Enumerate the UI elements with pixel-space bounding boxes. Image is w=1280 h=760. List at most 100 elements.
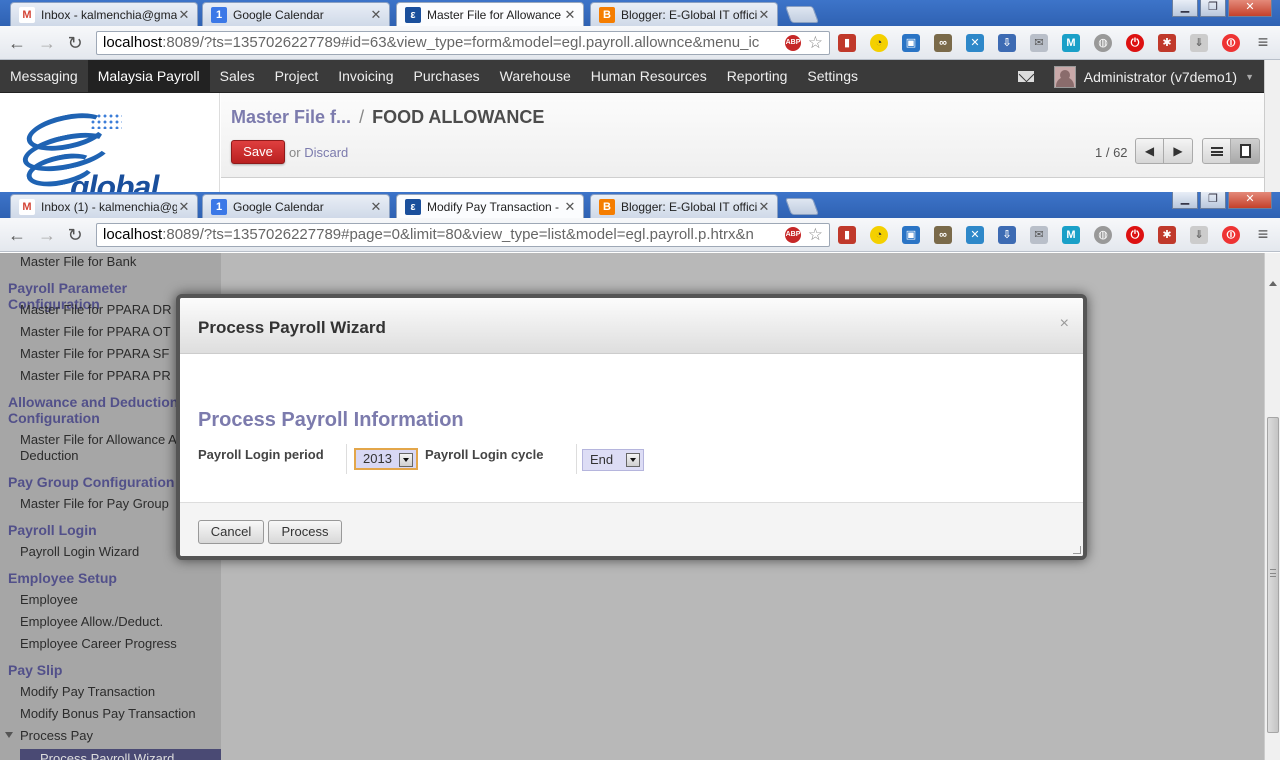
- extension-download-arrow-icon[interactable]: ⇓: [1190, 226, 1208, 244]
- extension-power-icon[interactable]: ⏼: [1222, 34, 1240, 52]
- tab-master-file[interactable]: ε Master File for Allowance ✕: [396, 2, 584, 27]
- resize-handle-icon[interactable]: [1073, 546, 1081, 554]
- tab-gmail[interactable]: M Inbox (1) - kalmenchia@g ✕: [10, 194, 198, 218]
- adblock-icon[interactable]: ABP: [785, 35, 801, 51]
- close-icon[interactable]: ✕: [177, 199, 191, 215]
- extension-x-icon[interactable]: ✕: [966, 226, 984, 244]
- adblock-icon[interactable]: ABP: [785, 227, 801, 243]
- sidebar-item-pay-group[interactable]: Master File for Pay Group: [20, 496, 169, 512]
- close-icon[interactable]: ✕: [757, 199, 771, 215]
- menu-malaysia-payroll[interactable]: Malaysia Payroll: [87, 60, 210, 93]
- sidebar-item-process-wizard[interactable]: Process Payroll Wizard: [20, 749, 221, 760]
- extension-download-icon[interactable]: ⇩: [998, 226, 1016, 244]
- sidebar-item-login-wizard[interactable]: Payroll Login Wizard: [20, 544, 139, 560]
- scrollbar-window-2[interactable]: [1264, 253, 1280, 760]
- payroll-period-select[interactable]: 2013: [354, 448, 418, 470]
- extension-x-icon[interactable]: ✕: [966, 34, 984, 52]
- menu-warehouse[interactable]: Warehouse: [490, 60, 581, 93]
- extension-globe-icon[interactable]: ◍: [1094, 34, 1112, 52]
- forward-arrow-icon[interactable]: →: [36, 225, 58, 245]
- sidebar-item-modify-bonus[interactable]: Modify Bonus Pay Transaction: [20, 706, 196, 722]
- sidebar-item-modify-pay[interactable]: Modify Pay Transaction: [20, 684, 155, 700]
- tab-modify-pay[interactable]: ε Modify Pay Transaction - ✕: [396, 194, 584, 219]
- scroll-up-icon[interactable]: [1269, 281, 1277, 286]
- extension-mail-icon[interactable]: ✉: [1030, 226, 1048, 244]
- extension-bookmark-icon[interactable]: ▮: [838, 34, 856, 52]
- chevron-down-icon[interactable]: [626, 453, 640, 467]
- new-tab-button[interactable]: [784, 6, 820, 23]
- menu-purchases[interactable]: Purchases: [404, 60, 490, 93]
- bookmark-star-icon[interactable]: ☆: [808, 32, 823, 54]
- back-arrow-icon[interactable]: ←: [6, 225, 28, 245]
- user-area[interactable]: Administrator (v7demo1) ▼: [1017, 60, 1254, 93]
- extension-stop-icon[interactable]: ⏻: [1126, 226, 1144, 244]
- sidebar-item-employee-career[interactable]: Employee Career Progress: [20, 636, 177, 652]
- sidebar-item-employee[interactable]: Employee: [20, 592, 78, 608]
- extension-m-icon[interactable]: M: [1062, 34, 1080, 52]
- minimize-icon[interactable]: ▁: [1172, 192, 1198, 209]
- close-icon[interactable]: ✕: [369, 199, 383, 215]
- new-tab-button[interactable]: [784, 198, 820, 215]
- menu-wrench-icon[interactable]: ≡: [1252, 224, 1274, 244]
- close-icon[interactable]: ×: [1060, 315, 1069, 333]
- previous-record-button[interactable]: ◀: [1135, 138, 1164, 164]
- close-icon[interactable]: ✕: [757, 7, 771, 23]
- tab-blogger[interactable]: B Blogger: E-Global IT offici ✕: [590, 194, 778, 218]
- address-bar[interactable]: localhost:8089/?ts=1357026227789#id=63&v…: [96, 31, 830, 55]
- form-view-button[interactable]: [1231, 138, 1260, 164]
- sidebar-item-bank[interactable]: Master File for Bank: [20, 254, 136, 270]
- menu-messaging[interactable]: Messaging: [0, 60, 88, 93]
- cancel-button[interactable]: Cancel: [198, 520, 264, 544]
- extension-asterisk-icon[interactable]: ✱: [1158, 34, 1176, 52]
- tab-blogger[interactable]: B Blogger: E-Global IT offici ✕: [590, 2, 778, 26]
- reload-icon[interactable]: ↻: [64, 225, 86, 245]
- extension-screen-icon[interactable]: ▣: [902, 226, 920, 244]
- extension-download-arrow-icon[interactable]: ⇓: [1190, 34, 1208, 52]
- scrollbar-window-1[interactable]: [1264, 60, 1280, 192]
- sidebar-item-employee-allow[interactable]: Employee Allow./Deduct.: [20, 614, 163, 630]
- extension-binoculars-icon[interactable]: ∞: [934, 226, 952, 244]
- window-close-icon[interactable]: ✕: [1228, 0, 1272, 17]
- extension-power-icon[interactable]: ⏼: [1222, 226, 1240, 244]
- sidebar-item-process-pay[interactable]: Process Pay: [5, 728, 93, 744]
- chevron-down-icon[interactable]: [399, 453, 413, 467]
- address-bar[interactable]: localhost:8089/?ts=1357026227789#page=0&…: [96, 223, 830, 247]
- menu-wrench-icon[interactable]: ≡: [1252, 32, 1274, 52]
- extension-binoculars-icon[interactable]: ∞: [934, 34, 952, 52]
- extension-mail-icon[interactable]: ✉: [1030, 34, 1048, 52]
- discard-link[interactable]: Discard: [304, 145, 348, 160]
- tab-calendar[interactable]: 1 Google Calendar ✕: [202, 194, 390, 218]
- forward-arrow-icon[interactable]: →: [36, 33, 58, 53]
- sidebar-item-ppara-pr[interactable]: Master File for PPARA PR: [20, 368, 171, 384]
- extension-globe-icon[interactable]: ◍: [1094, 226, 1112, 244]
- bookmark-star-icon[interactable]: ☆: [808, 224, 823, 246]
- menu-sales[interactable]: Sales: [210, 60, 265, 93]
- tab-calendar[interactable]: 1 Google Calendar ✕: [202, 2, 390, 26]
- close-icon[interactable]: ✕: [563, 199, 577, 215]
- maximize-icon[interactable]: ❐: [1200, 192, 1226, 209]
- close-icon[interactable]: ✕: [369, 7, 383, 23]
- menu-project[interactable]: Project: [265, 60, 329, 93]
- save-button[interactable]: Save: [231, 140, 285, 164]
- extension-screen-icon[interactable]: ▣: [902, 34, 920, 52]
- extension-pacman-icon[interactable]: ◔: [870, 226, 888, 244]
- menu-settings[interactable]: Settings: [797, 60, 868, 93]
- back-arrow-icon[interactable]: ←: [6, 33, 28, 53]
- window-close-icon[interactable]: ✕: [1228, 192, 1272, 209]
- sidebar-item-allowance[interactable]: Master File for Allowance And: [20, 432, 191, 448]
- extension-download-icon[interactable]: ⇩: [998, 34, 1016, 52]
- sidebar-item-ppara-ot[interactable]: Master File for PPARA OT: [20, 324, 171, 340]
- tab-gmail[interactable]: M Inbox - kalmenchia@gma ✕: [10, 2, 198, 26]
- process-button[interactable]: Process: [268, 520, 342, 544]
- extension-pacman-icon[interactable]: ◔: [870, 34, 888, 52]
- mail-icon[interactable]: [1017, 71, 1034, 82]
- next-record-button[interactable]: ▶: [1164, 138, 1193, 164]
- close-icon[interactable]: ✕: [177, 7, 191, 23]
- extension-asterisk-icon[interactable]: ✱: [1158, 226, 1176, 244]
- extension-m-icon[interactable]: M: [1062, 226, 1080, 244]
- payroll-cycle-select[interactable]: End: [582, 449, 644, 471]
- close-icon[interactable]: ✕: [563, 7, 577, 23]
- reload-icon[interactable]: ↻: [64, 33, 86, 53]
- menu-reporting[interactable]: Reporting: [717, 60, 798, 93]
- extension-stop-icon[interactable]: ⏻: [1126, 34, 1144, 52]
